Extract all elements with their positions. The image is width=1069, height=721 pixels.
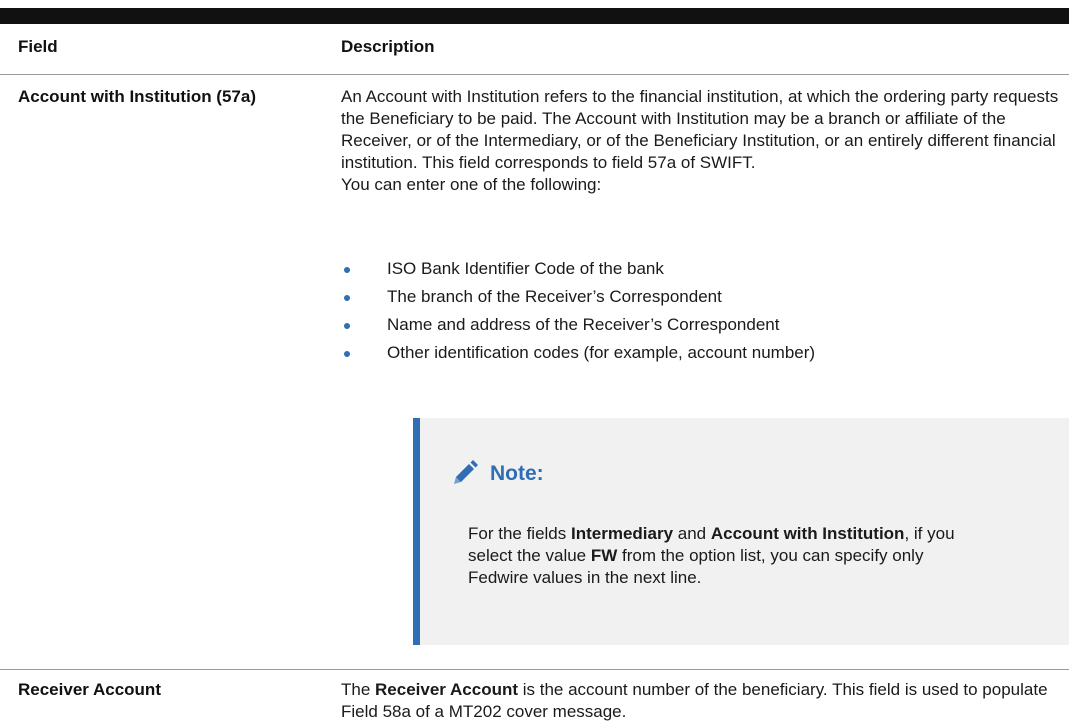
note-bold-fw: FW (590, 546, 618, 565)
list-item-text: The branch of the Receiver’s Corresponde… (387, 287, 722, 306)
note-text: For the fields Intermediary and Account … (468, 524, 955, 587)
description-account-with-institution: An Account with Institution refers to th… (341, 86, 1066, 196)
note-bold-intermediary: Intermediary (571, 524, 674, 543)
description-intro: You can enter one of the following: (341, 175, 602, 194)
field-name-account-with-institution: Account with Institution (57a) (18, 87, 256, 106)
list-item-text: Other identification codes (for example,… (387, 343, 816, 362)
note-callout: Note: For the fields Intermediary and Ac… (413, 418, 1069, 645)
list-item: Other identification codes (for example,… (341, 342, 1061, 370)
list-item-text: ISO Bank Identifier Code of the bank (387, 259, 664, 278)
description-paragraph: An Account with Institution refers to th… (341, 87, 1059, 172)
list-item: The branch of the Receiver’s Corresponde… (341, 286, 1061, 314)
top-rule (0, 8, 1069, 24)
bullet-icon (344, 267, 350, 273)
options-list: ISO Bank Identifier Code of the bank The… (341, 258, 1061, 370)
description-bold-receiver-account: Receiver Account (375, 680, 519, 699)
bullet-icon (344, 351, 350, 357)
field-name-receiver-account: Receiver Account (18, 680, 161, 699)
list-item: Name and address of the Receiver’s Corre… (341, 314, 1061, 342)
list-item: ISO Bank Identifier Code of the bank (341, 258, 1061, 286)
column-header-field: Field (18, 37, 58, 56)
list-item-text: Name and address of the Receiver’s Corre… (387, 315, 780, 334)
description-receiver-account: The Receiver Account is the account numb… (341, 680, 1048, 721)
row-divider (0, 669, 1069, 670)
bullet-icon (344, 295, 350, 301)
pencil-icon (454, 460, 478, 484)
note-bold-account-with-institution: Account with Institution (710, 524, 905, 543)
document-page: Field Description Account with Instituti… (0, 0, 1069, 721)
column-header-description: Description (341, 37, 435, 56)
header-divider (0, 74, 1069, 75)
note-title: Note: (490, 462, 544, 485)
bullet-icon (344, 323, 350, 329)
note-header: Note: (448, 458, 544, 490)
